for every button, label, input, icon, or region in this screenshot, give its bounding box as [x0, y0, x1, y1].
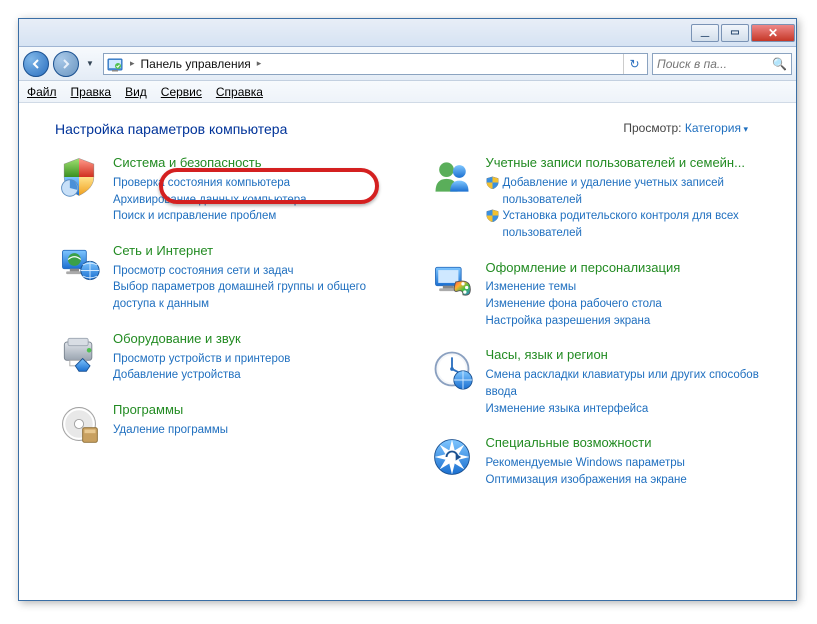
- control-panel-icon: [106, 55, 124, 73]
- sublink-text: Добавление устройства: [113, 367, 241, 384]
- category-sublink[interactable]: Изменение темы: [486, 279, 773, 296]
- history-dropdown-icon[interactable]: ▼: [83, 54, 97, 74]
- sublink-text: Рекомендуемые Windows параметры: [486, 455, 685, 472]
- navbar: ▼ ▸ Панель управления ▸ ↻ 🔍: [19, 47, 796, 81]
- category-hardware: Оборудование и звук Просмотр устройств и …: [55, 331, 400, 384]
- category-title-ease[interactable]: Специальные возможности: [486, 435, 773, 452]
- category-ease: Специальные возможности Рекомендуемые Win…: [428, 435, 773, 488]
- menu-tools[interactable]: Сервис: [161, 85, 202, 99]
- sublink-text: Просмотр устройств и принтеров: [113, 351, 290, 368]
- breadcrumb-root[interactable]: Панель управления: [141, 57, 251, 71]
- search-box[interactable]: 🔍: [652, 53, 792, 75]
- sublink-text: Проверка состояния компьютера: [113, 175, 290, 192]
- view-selector: Просмотр: Категория: [623, 121, 748, 135]
- hardware-icon: [55, 331, 103, 379]
- sublink-text: Выбор параметров домашней группы и общег…: [113, 279, 400, 312]
- search-icon[interactable]: 🔍: [772, 57, 787, 71]
- sublink-text: Просмотр состояния сети и задач: [113, 263, 293, 280]
- menu-view[interactable]: Вид: [125, 85, 147, 99]
- chevron-right-icon[interactable]: ▸: [251, 58, 268, 69]
- category-title-clock[interactable]: Часы, язык и регион: [486, 347, 773, 364]
- category-sublink[interactable]: Добавление и удаление учетных записей по…: [486, 175, 773, 208]
- sublink-text: Поиск и исправление проблем: [113, 208, 276, 225]
- category-title-users[interactable]: Учетные записи пользователей и семейн...: [486, 155, 773, 172]
- category-clock: Часы, язык и регион Смена раскладки клави…: [428, 347, 773, 417]
- sublink-text: Оптимизация изображения на экране: [486, 472, 687, 489]
- minimize-button[interactable]: ─: [691, 24, 719, 42]
- uac-shield-icon: [486, 209, 499, 228]
- menu-edit[interactable]: Правка: [71, 85, 112, 99]
- sublink-text: Изменение фона рабочего стола: [486, 296, 662, 313]
- ease-icon: [428, 435, 476, 483]
- category-network: Сеть и Интернет Просмотр состояния сети и…: [55, 243, 400, 313]
- sublink-text: Изменение языка интерфейса: [486, 401, 649, 418]
- category-programs: Программы Удаление программы: [55, 402, 400, 450]
- sublink-text: Добавление и удаление учетных записей по…: [503, 175, 773, 208]
- network-icon: [55, 243, 103, 291]
- back-button[interactable]: [23, 51, 49, 77]
- uac-shield-icon: [486, 176, 499, 195]
- category-sublink[interactable]: Проверка состояния компьютера: [113, 175, 400, 192]
- category-appearance: Оформление и персонализация Изменение тем…: [428, 260, 773, 330]
- close-button[interactable]: ✕: [751, 24, 795, 42]
- forward-button[interactable]: [53, 51, 79, 77]
- category-title-security[interactable]: Система и безопасность: [113, 155, 400, 172]
- titlebar: ─ ▭ ✕: [19, 19, 796, 47]
- category-sublink[interactable]: Добавление устройства: [113, 367, 400, 384]
- view-dropdown[interactable]: Категория: [685, 121, 748, 135]
- sublink-text: Установка родительского контроля для все…: [503, 208, 773, 241]
- appearance-icon: [428, 260, 476, 308]
- category-users: Учетные записи пользователей и семейн...…: [428, 155, 773, 242]
- category-sublink[interactable]: Оптимизация изображения на экране: [486, 472, 773, 489]
- sublink-text: Смена раскладки клавиатуры или других сп…: [486, 367, 773, 400]
- category-security: Система и безопасность Проверка состояния…: [55, 155, 400, 225]
- sublink-text: Изменение темы: [486, 279, 577, 296]
- category-sublink[interactable]: Архивирование данных компьютера: [113, 192, 400, 209]
- category-sublink[interactable]: Просмотр устройств и принтеров: [113, 351, 400, 368]
- sublink-text: Настройка разрешения экрана: [486, 313, 651, 330]
- category-sublink[interactable]: Выбор параметров домашней группы и общег…: [113, 279, 400, 312]
- category-sublink[interactable]: Просмотр состояния сети и задач: [113, 263, 400, 280]
- category-sublink[interactable]: Смена раскладки клавиатуры или других сп…: [486, 367, 773, 400]
- menu-file[interactable]: Файл: [27, 85, 57, 99]
- menu-help[interactable]: Справка: [216, 85, 263, 99]
- category-title-appearance[interactable]: Оформление и персонализация: [486, 260, 773, 277]
- category-sublink[interactable]: Изменение фона рабочего стола: [486, 296, 773, 313]
- window-frame: ─ ▭ ✕ ▼ ▸ Панель управления ▸ ↻ 🔍 Файл П…: [18, 18, 797, 601]
- chevron-right-icon: ▸: [124, 58, 141, 69]
- clock-icon: [428, 347, 476, 395]
- view-label: Просмотр:: [623, 121, 681, 135]
- category-sublink[interactable]: Настройка разрешения экрана: [486, 313, 773, 330]
- category-sublink[interactable]: Рекомендуемые Windows параметры: [486, 455, 773, 472]
- category-title-network[interactable]: Сеть и Интернет: [113, 243, 400, 260]
- menubar: Файл Правка Вид Сервис Справка: [19, 81, 796, 103]
- category-title-hardware[interactable]: Оборудование и звук: [113, 331, 400, 348]
- sublink-text: Удаление программы: [113, 422, 228, 439]
- content-area: Настройка параметров компьютера Система …: [19, 103, 796, 600]
- maximize-button[interactable]: ▭: [721, 24, 749, 42]
- category-sublink[interactable]: Установка родительского контроля для все…: [486, 208, 773, 241]
- security-icon: [55, 155, 103, 203]
- addressbar[interactable]: ▸ Панель управления ▸ ↻: [103, 53, 648, 75]
- programs-icon: [55, 402, 103, 450]
- users-icon: [428, 155, 476, 203]
- category-sublink[interactable]: Изменение языка интерфейса: [486, 401, 773, 418]
- sublink-text: Архивирование данных компьютера: [113, 192, 307, 209]
- category-sublink[interactable]: Поиск и исправление проблем: [113, 208, 400, 225]
- category-title-programs[interactable]: Программы: [113, 402, 400, 419]
- refresh-button[interactable]: ↻: [623, 54, 645, 74]
- category-sublink[interactable]: Удаление программы: [113, 422, 400, 439]
- search-input[interactable]: [657, 57, 772, 71]
